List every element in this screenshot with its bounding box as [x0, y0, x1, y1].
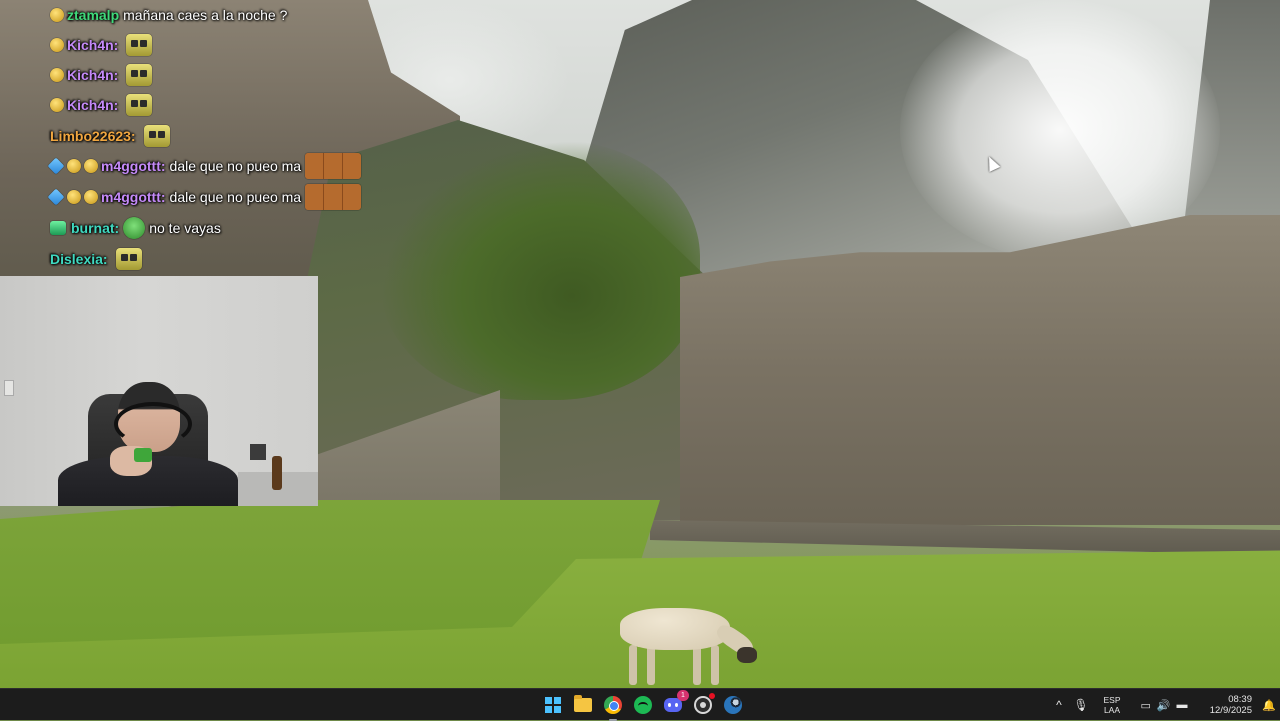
speaker-icon: [250, 444, 266, 460]
chat-message: m4ggottt: dale que no pueo ma: [47, 183, 362, 211]
chat-username: Dislexia:: [50, 251, 108, 267]
quick-settings-button[interactable]: ▭ 🔊 ▬: [1132, 689, 1196, 721]
chat-message: Limbo22623:: [50, 122, 170, 150]
chat-username: ztamalp: [67, 7, 120, 23]
sub-badge-icon: [50, 8, 64, 22]
steam-button[interactable]: [721, 693, 745, 717]
chat-text: mañana caes a la noche ?: [123, 7, 288, 23]
recording-dot-icon: [709, 693, 715, 699]
sub-badge-icon: [50, 38, 64, 52]
clock-button[interactable]: 08:39 12/9/2025: [1196, 689, 1258, 721]
bottle-icon: [272, 456, 282, 490]
steam-icon: [724, 696, 742, 714]
wallpaper-trees: [380, 140, 700, 400]
chat-username: m4ggottt:: [101, 158, 166, 174]
webcam-feed: [0, 276, 318, 506]
bits-badge-icon: [67, 190, 81, 204]
chat-username: Kich4n:: [67, 97, 119, 113]
light-switch: [4, 380, 14, 396]
emote-icon: [115, 248, 142, 270]
sub-badge-icon: [50, 68, 64, 82]
microphone-icon[interactable]: 🎙: [1070, 689, 1092, 721]
system-tray: ^ 🎙 ESP LAA ▭ 🔊 ▬ 08:39 12/9/2025 🔔: [1048, 689, 1280, 721]
chat-message: m4ggottt: dale que no pueo ma: [47, 152, 362, 180]
language-layout: LAA: [1103, 705, 1121, 715]
taskbar-apps: 1: [541, 689, 745, 721]
notification-bell-icon[interactable]: 🔔: [1258, 689, 1280, 721]
chrome-icon: [604, 696, 622, 714]
chat-username: burnat:: [71, 220, 120, 236]
file-explorer-button[interactable]: [571, 693, 595, 717]
start-button[interactable]: [541, 693, 565, 717]
chat-text: dale que no pueo ma: [169, 158, 302, 174]
emote-icon: [305, 153, 362, 179]
windows-start-icon: [545, 697, 561, 713]
input-language-button[interactable]: ESP LAA: [1092, 689, 1132, 721]
emote-icon: [126, 34, 153, 56]
prime-badge-icon: [47, 188, 65, 206]
spotify-icon: [634, 696, 652, 714]
chat-username: Kich4n:: [67, 37, 119, 53]
wallpaper-llama: [615, 603, 765, 688]
chat-text: dale que no pueo ma: [169, 189, 302, 205]
chat-username: Limbo22623:: [50, 128, 136, 144]
chat-message: Kich4n:: [50, 91, 153, 119]
prime-badge-icon: [47, 157, 65, 175]
file-explorer-icon: [574, 695, 592, 712]
emote-icon: [123, 217, 146, 239]
chat-message: ztamalp mañana caes a la noche ?: [50, 1, 287, 29]
volume-icon: 🔊: [1156, 699, 1171, 712]
bits-badge-icon: [67, 159, 81, 173]
mod-badge-icon: [50, 221, 66, 235]
language-code: ESP: [1103, 695, 1121, 705]
emote-icon: [126, 64, 153, 86]
emote-icon: [143, 125, 170, 147]
taskbar: 1 ^ 🎙 ESP LAA ▭ 🔊 ▬ 08:39 12/9/2025 🔔: [0, 688, 1280, 721]
sub-badge-icon: [84, 159, 98, 173]
chat-message: Kich4n:: [50, 31, 153, 59]
emote-icon: [305, 184, 362, 210]
chrome-button[interactable]: [601, 693, 625, 721]
sub-badge-icon: [84, 190, 98, 204]
discord-button[interactable]: 1: [661, 690, 689, 717]
headset-icon: [114, 402, 192, 446]
show-hidden-icons-button[interactable]: ^: [1048, 689, 1070, 721]
chat-username: Kich4n:: [67, 67, 119, 83]
spotify-button[interactable]: [631, 693, 655, 717]
chat-message: Kich4n:: [50, 61, 153, 89]
battery-icon: ▬: [1176, 699, 1188, 711]
obs-button[interactable]: [691, 693, 715, 717]
network-icon: ▭: [1140, 699, 1151, 712]
discord-notification-badge: 1: [677, 690, 689, 701]
chat-username: m4ggottt:: [101, 189, 166, 205]
clock-date: 12/9/2025: [1209, 705, 1252, 716]
chat-text: no te vayas: [149, 220, 221, 236]
sub-badge-icon: [50, 98, 64, 112]
phone-icon: [134, 448, 152, 462]
obs-icon: [694, 696, 712, 714]
emote-icon: [126, 94, 153, 116]
clock-time: 08:39: [1228, 694, 1252, 705]
chat-message: burnat: no te vayas: [50, 214, 221, 242]
chat-message: Dislexia:: [50, 245, 142, 273]
wallpaper-ruins-right: [680, 215, 1280, 525]
